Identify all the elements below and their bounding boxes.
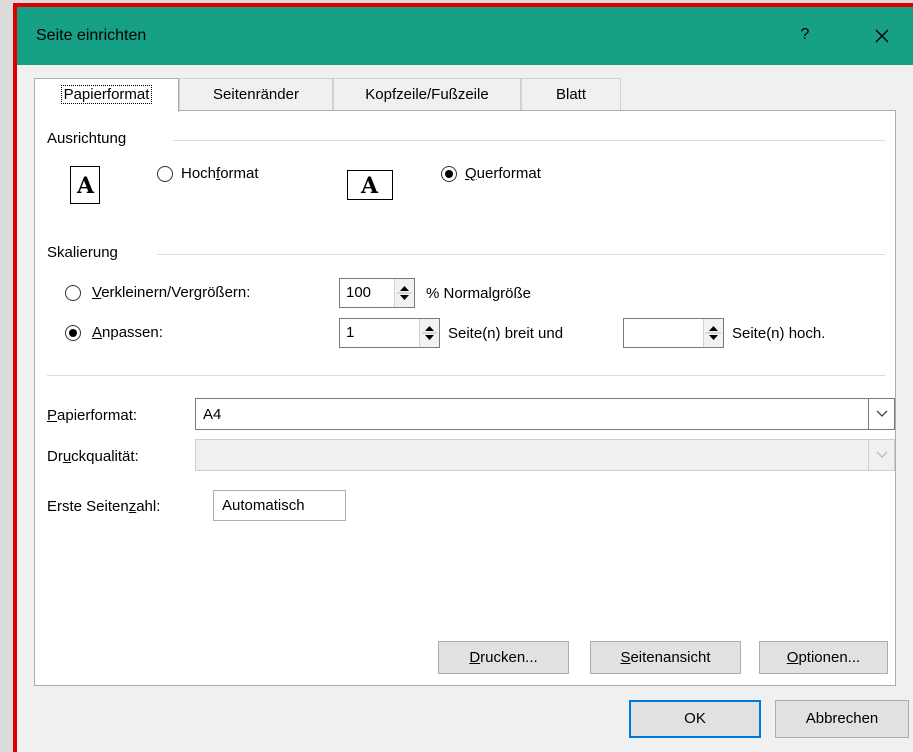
landscape-label: Querformat xyxy=(465,165,541,182)
cancel-button[interactable]: Abbrechen xyxy=(775,700,909,738)
paper-size-dropdown[interactable]: A4 xyxy=(195,398,895,430)
spinner-arrows[interactable] xyxy=(394,279,414,307)
spinner-arrows[interactable] xyxy=(419,319,439,347)
tab-papierformat[interactable]: Papierformat xyxy=(34,78,179,112)
landscape-page-icon: A xyxy=(347,170,393,200)
dropdown-button xyxy=(868,440,894,470)
adjust-to-radio-circle[interactable] xyxy=(65,285,81,301)
ok-button[interactable]: OK xyxy=(629,700,761,738)
tab-page-papierformat: Ausrichtung A Hochformat A Querformat Sk… xyxy=(34,110,896,686)
spinner-updown-icon xyxy=(706,326,721,340)
page-setup-dialog: Seite einrichten ? Papierformat Seitenrä… xyxy=(17,7,913,752)
help-button[interactable]: ? xyxy=(793,23,817,47)
tab-seitenraender[interactable]: Seitenränder xyxy=(179,78,333,110)
spinner-updown-icon xyxy=(397,286,412,300)
chevron-down-icon xyxy=(876,410,888,417)
print-button[interactable]: Drucken... xyxy=(438,641,569,674)
first-page-number-input[interactable]: Automatisch xyxy=(213,490,346,521)
paper-size-label: Papierformat: xyxy=(47,407,138,424)
close-button[interactable] xyxy=(869,23,895,49)
print-preview-button[interactable]: Seitenansicht xyxy=(590,641,741,674)
divider xyxy=(157,254,885,255)
window-title: Seite einrichten xyxy=(36,27,147,44)
pages-tall-suffix: Seite(n) hoch. xyxy=(732,325,826,342)
dropdown-button[interactable] xyxy=(868,399,894,429)
portrait-radio-circle[interactable] xyxy=(157,166,173,182)
pages-wide-suffix: Seite(n) breit und xyxy=(448,325,564,342)
scale-percent-suffix: % Normalgröße xyxy=(426,285,532,302)
chevron-down-icon xyxy=(876,451,888,458)
portrait-page-icon: A xyxy=(70,166,100,204)
pages-wide-spinner[interactable]: 1 xyxy=(339,318,440,348)
spinner-arrows[interactable] xyxy=(703,319,723,347)
tab-label: Blatt xyxy=(555,86,586,103)
landscape-radio-circle[interactable] xyxy=(441,166,457,182)
spinner-updown-icon xyxy=(422,326,437,340)
scaling-group-label: Skalierung xyxy=(47,244,124,261)
title-bar[interactable]: Seite einrichten ? xyxy=(17,7,913,65)
svg-text:A: A xyxy=(360,173,379,198)
pages-tall-spinner[interactable] xyxy=(623,318,724,348)
scale-percent-value[interactable]: 100 xyxy=(346,284,371,301)
print-quality-label: Druckqualität: xyxy=(47,448,139,465)
fit-to-label: Anpassen: xyxy=(92,324,163,341)
divider xyxy=(47,375,885,376)
adjust-to-label: Verkleinern/Vergrößern: xyxy=(92,284,251,301)
svg-text:A: A xyxy=(76,173,95,199)
tab-kopfzeile-fusszeile[interactable]: Kopfzeile/Fußzeile xyxy=(333,78,521,110)
print-quality-dropdown xyxy=(195,439,895,471)
divider xyxy=(173,140,885,141)
paper-size-value: A4 xyxy=(203,406,222,423)
options-button[interactable]: Optionen... xyxy=(759,641,888,674)
portrait-label: Hochformat xyxy=(181,165,259,182)
fit-to-radio-circle[interactable] xyxy=(65,325,81,341)
tab-label: Kopfzeile/Fußzeile xyxy=(365,86,489,103)
tab-blatt[interactable]: Blatt xyxy=(521,78,621,110)
orientation-group-label: Ausrichtung xyxy=(47,130,133,147)
tab-label: Papierformat xyxy=(60,85,153,104)
first-page-number-label: Erste Seitenzahl: xyxy=(47,498,161,515)
tab-label: Seitenränder xyxy=(213,86,299,103)
first-page-number-value[interactable]: Automatisch xyxy=(222,497,305,514)
pages-wide-value[interactable]: 1 xyxy=(346,324,354,341)
close-icon xyxy=(875,29,889,43)
scale-percent-spinner[interactable]: 100 xyxy=(339,278,415,308)
